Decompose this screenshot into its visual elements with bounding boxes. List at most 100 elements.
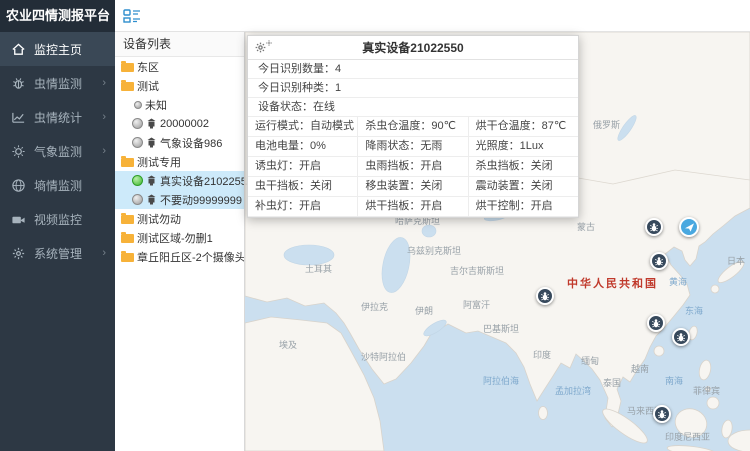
folder-icon [121, 253, 134, 262]
device-tree: 东区 测试 未知 20000002 气象设备986 测 [115, 57, 244, 266]
sidebar-item-label: 监控主页 [34, 41, 82, 58]
layout-list-icon[interactable] [123, 8, 141, 24]
device-list-title: 设备列表 [115, 32, 244, 57]
popup-cell: 移虫装置：关闭 [357, 177, 467, 196]
map-label: 菲律宾 [693, 384, 720, 397]
popup-cell: 运行模式：自动模式 [248, 117, 357, 136]
device-list-panel: 设备列表 东区 测试 未知 20000002 气象设备98 [115, 32, 245, 451]
map-sea-label: 孟加拉湾 [555, 384, 591, 397]
tree-device-weather-986[interactable]: 气象设备986 [115, 133, 244, 152]
map-label: 蒙古 [577, 220, 595, 233]
tree-label: 20000002 [160, 118, 209, 130]
popup-cell: 电池电量：0% [248, 137, 357, 156]
map-device-marker[interactable] [650, 252, 668, 270]
map-device-marker[interactable] [645, 218, 663, 236]
tree-folder-east[interactable]: 东区 [115, 57, 244, 76]
tree-folder-test-no-move[interactable]: 测试勿动 [115, 209, 244, 228]
folder-icon [121, 215, 134, 224]
topbar [115, 0, 750, 32]
sidebar-item-home[interactable]: 监控主页 [0, 32, 115, 66]
popup-row-baffles-2: 虫干挡板：关闭 移虫装置：关闭 震动装置：关闭 [248, 177, 578, 197]
popup-cell: 虫干挡板：关闭 [248, 177, 357, 196]
popup-cell: 震动装置：关闭 [468, 177, 578, 196]
popup-row-recognized-types: 今日识别种类：1 [248, 79, 578, 98]
map-sea-label: 南海 [665, 374, 683, 387]
popup-row-battery-rain-light: 电池电量：0% 降雨状态：无雨 光照度：1Lux [248, 137, 578, 157]
sidebar-item-soil-monitor[interactable]: 墒情监测 [0, 168, 115, 202]
map-device-marker[interactable] [672, 328, 690, 346]
sidebar-item-insect-stats[interactable]: 虫情统计 › [0, 100, 115, 134]
folder-icon [121, 158, 134, 167]
sidebar-item-label: 墒情监测 [34, 177, 82, 194]
status-online-icon [132, 175, 143, 186]
map-label: 埃及 [279, 338, 297, 351]
chart-icon [11, 110, 26, 125]
map-label: 俄罗斯 [593, 118, 620, 131]
sidebar-item-label: 视频监控 [34, 211, 82, 228]
map-device-marker[interactable] [536, 287, 554, 305]
sidebar-item-video-monitor[interactable]: 视频监控 [0, 202, 115, 236]
map-label: 伊朗 [415, 304, 433, 317]
tree-label: 东区 [137, 59, 159, 75]
sidebar-item-label: 虫情统计 [34, 109, 82, 126]
folder-icon [121, 82, 134, 91]
map-device-marker[interactable] [653, 405, 671, 423]
home-icon [11, 42, 26, 57]
map-device-marker[interactable] [647, 314, 665, 332]
popup-row-drying: 补虫灯：开启 烘干挡板：开启 烘干控制：开启 [248, 197, 578, 217]
map-label: 日本 [727, 254, 745, 267]
popup-cell: 杀虫挡板：关闭 [468, 157, 578, 176]
bug-icon [11, 76, 26, 91]
popup-cell: 诱虫灯：开启 [248, 157, 357, 176]
tree-label: 测试专用 [137, 154, 181, 170]
globe-icon [11, 178, 26, 193]
tree-label: 测试 [137, 78, 159, 94]
chevron-right-icon: › [102, 111, 106, 123]
device-info-popup: 真实设备21022550 今日识别数量：4 今日识别种类：1 设备状态：在线 运… [247, 35, 579, 218]
map-label: 巴基斯坦 [483, 322, 519, 335]
popup-cell: 烘干控制：开启 [468, 197, 578, 216]
folder-icon [121, 234, 134, 243]
tree-folder-zhangqiu-cameras[interactable]: 章丘阳丘区-2个摄像头 [115, 247, 244, 266]
sidebar-menu: 监控主页 虫情监测 › 虫情统计 › 气象监测 › 墒情监测 [0, 32, 115, 270]
tree-folder-test-area[interactable]: 测试区域-勿删1 [115, 228, 244, 247]
tree-label: 测试区域-勿删1 [137, 230, 213, 246]
device-icon [146, 137, 157, 148]
popup-cell: 补虫灯：开启 [248, 197, 357, 216]
tree-folder-test-special[interactable]: 测试专用 [115, 152, 244, 171]
popup-cell: 烘干挡板：开启 [357, 197, 467, 216]
sidebar-item-system-manage[interactable]: 系统管理 › [0, 236, 115, 270]
popup-title: 真实设备21022550 [362, 41, 463, 55]
status-offline-icon [132, 118, 143, 129]
tree-label: 章丘阳丘区-2个摄像头 [137, 249, 244, 265]
chevron-right-icon: › [102, 77, 106, 89]
status-offline-icon [132, 137, 143, 148]
tree-label: 真实设备21022550 [160, 173, 244, 189]
tree-label: 气象设备986 [160, 135, 222, 151]
popup-cell: 降雨状态：无雨 [357, 137, 467, 156]
tree-device-20000002[interactable]: 20000002 [115, 114, 244, 133]
map-country-label: 中华人民共和国 [567, 275, 658, 291]
popup-header: 真实设备21022550 [248, 36, 578, 60]
tree-device-real-21022550[interactable]: 真实设备21022550 [115, 171, 244, 190]
map-label: 沙特阿拉伯 [361, 350, 406, 363]
map-label: 乌兹别克斯坦 [407, 244, 461, 257]
popup-row-lamp-baffles-1: 诱虫灯：开启 虫雨挡板：开启 杀虫挡板：关闭 [248, 157, 578, 177]
tree-node-unknown[interactable]: 未知 [115, 95, 244, 114]
settings-gear-icon[interactable] [254, 41, 273, 54]
tree-device-dont-move[interactable]: 不要动99999999 [115, 190, 244, 209]
folder-icon [121, 63, 134, 72]
popup-cell: 烘干仓温度：87℃ [468, 117, 578, 136]
map-label: 阿富汗 [463, 298, 490, 311]
map-label: 缅甸 [581, 354, 599, 367]
sidebar-item-weather-monitor[interactable]: 气象监测 › [0, 134, 115, 168]
tree-folder-test[interactable]: 测试 [115, 76, 244, 95]
map-cluster-marker[interactable] [679, 217, 699, 237]
sidebar-item-label: 气象监测 [34, 143, 82, 160]
map-label: 印度 [533, 348, 551, 361]
sidebar-item-label: 系统管理 [34, 245, 82, 262]
status-dot-icon [134, 101, 142, 109]
sidebar-item-insect-monitor[interactable]: 虫情监测 › [0, 66, 115, 100]
map-sea-label: 阿拉伯海 [483, 374, 519, 387]
popup-row-recognized-count: 今日识别数量：4 [248, 60, 578, 79]
